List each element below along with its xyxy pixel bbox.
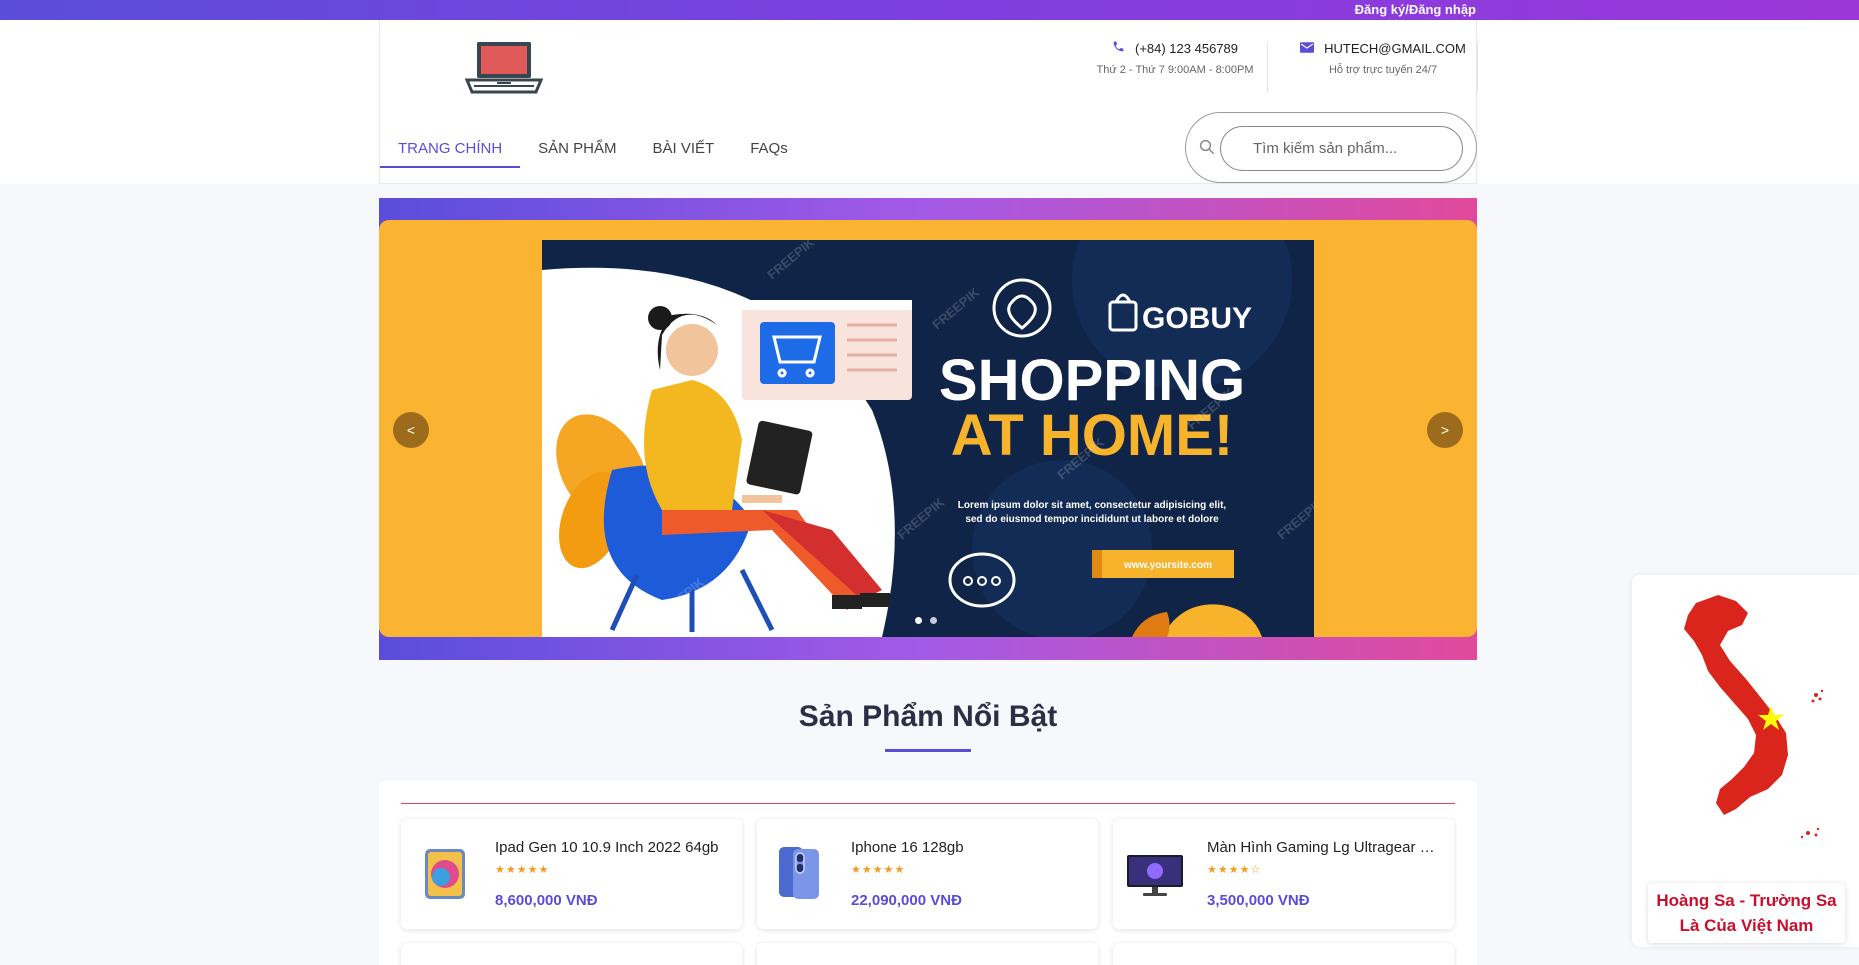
search-icon[interactable]	[1198, 138, 1216, 156]
phone-number[interactable]: (+84) 123 456789	[1135, 41, 1238, 56]
rating-stars: ★★★★☆	[1207, 864, 1262, 876]
product-price: 22,090,000 VNĐ	[851, 892, 962, 909]
shopping-at-home-banner-image: GOBUY SHOPPING AT HOME! Lorem ipsum dolo…	[542, 240, 1314, 637]
iphone-thumbnail	[779, 847, 819, 899]
sovereignty-caption: Hoàng Sa - Trường Sa Là Của Việt Nam	[1648, 883, 1845, 943]
banner-url-button: www.yoursite.com	[1123, 560, 1212, 571]
login-register-link[interactable]: Đăng ký/Đăng nhập	[1355, 2, 1476, 17]
email-support-text: Hỗ trợ trực tuyến 24/7	[1328, 64, 1438, 76]
product-card[interactable]	[757, 943, 1098, 965]
vietnam-map-icon	[1684, 595, 1824, 839]
banner-body-1: Lorem ipsum dolor sit amet, consectetur …	[958, 500, 1227, 511]
mail-icon	[1300, 40, 1315, 56]
carousel-dot-2[interactable]	[930, 617, 937, 624]
carousel-slide: GOBUY SHOPPING AT HOME! Lorem ipsum dolo…	[379, 220, 1477, 637]
sovereignty-line-1: Hoàng Sa - Trường Sa	[1656, 891, 1837, 910]
gaming-monitor-thumbnail	[1127, 855, 1183, 896]
ipad-thumbnail	[425, 849, 465, 899]
contact-divider-right	[1477, 42, 1478, 92]
product-name[interactable]: Ipad Gen 10 10.9 Inch 2022 64gb	[495, 839, 730, 856]
phone-icon	[1112, 40, 1125, 56]
email-contact: HUTECH@GMAIL.COM Hỗ trợ trực tuyến 24/7	[1298, 40, 1468, 76]
product-card[interactable]: Ipad Gen 10 10.9 Inch 2022 64gb ★★★★★ 8,…	[401, 819, 742, 929]
email-address[interactable]: HUTECH@GMAIL.COM	[1324, 41, 1466, 56]
product-name[interactable]: Iphone 16 128gb	[851, 839, 1086, 856]
product-name[interactable]: Màn Hình Gaming Lg Ultragear 27gs75q	[1207, 839, 1442, 856]
sovereignty-widget: Hoàng Sa - Trường Sa Là Của Việt Nam	[1632, 575, 1859, 947]
nav-home[interactable]: TRANG CHÍNH	[380, 138, 521, 168]
site-header: (+84) 123 456789 Thứ 2 - Thứ 7 9:00AM - …	[379, 20, 1478, 184]
featured-products-panel: Ipad Gen 10 10.9 Inch 2022 64gb ★★★★★ 8,…	[379, 781, 1477, 965]
product-card[interactable]	[401, 943, 742, 965]
nav-products[interactable]: SẢN PHẨM	[520, 138, 634, 168]
banner-body-2: sed do eiusmod tempor incididunt ut labo…	[965, 514, 1219, 525]
nav-faqs[interactable]: FAQs	[732, 138, 806, 168]
top-bar: Đăng ký/Đăng nhập	[0, 0, 1859, 20]
product-price: 8,600,000 VNĐ	[495, 892, 598, 909]
rating-stars: ★★★★★	[851, 864, 906, 876]
hero-carousel: GOBUY SHOPPING AT HOME! Lorem ipsum dolo…	[379, 198, 1477, 660]
section-title: Sản Phẩm Nổi Bật	[798, 700, 1058, 733]
product-price: 3,500,000 VNĐ	[1207, 892, 1310, 909]
laptop-icon[interactable]	[464, 38, 544, 96]
phone-contact: (+84) 123 456789 Thứ 2 - Thứ 7 9:00AM - …	[1095, 40, 1255, 77]
product-card[interactable]: Màn Hình Gaming Lg Ultragear 27gs75q ★★★…	[1113, 819, 1454, 929]
product-card[interactable]: Iphone 16 128gb ★★★★★ 22,090,000 VNĐ	[757, 819, 1098, 929]
rating-stars: ★★★★★	[495, 864, 550, 876]
carousel-prev-button[interactable]: <	[393, 412, 429, 448]
banner-brand: GOBUY	[1142, 302, 1252, 335]
search-box	[1185, 112, 1477, 183]
carousel-next-button[interactable]: >	[1427, 412, 1463, 448]
carousel-indicators	[915, 617, 937, 624]
carousel-dot-1[interactable]	[915, 617, 922, 624]
search-input[interactable]	[1220, 126, 1463, 171]
main-nav: TRANG CHÍNH SẢN PHẨM BÀI VIẾT FAQs	[380, 138, 806, 168]
product-card[interactable]	[1113, 943, 1454, 965]
sovereignty-line-2: Là Của Việt Nam	[1679, 916, 1814, 935]
phone-hours: Thứ 2 - Thứ 7 9:00AM - 8:00PM	[1096, 64, 1254, 76]
title-underline	[885, 749, 971, 752]
section-divider	[401, 803, 1455, 804]
nav-articles[interactable]: BÀI VIẾT	[635, 138, 733, 168]
contact-divider	[1267, 42, 1268, 92]
